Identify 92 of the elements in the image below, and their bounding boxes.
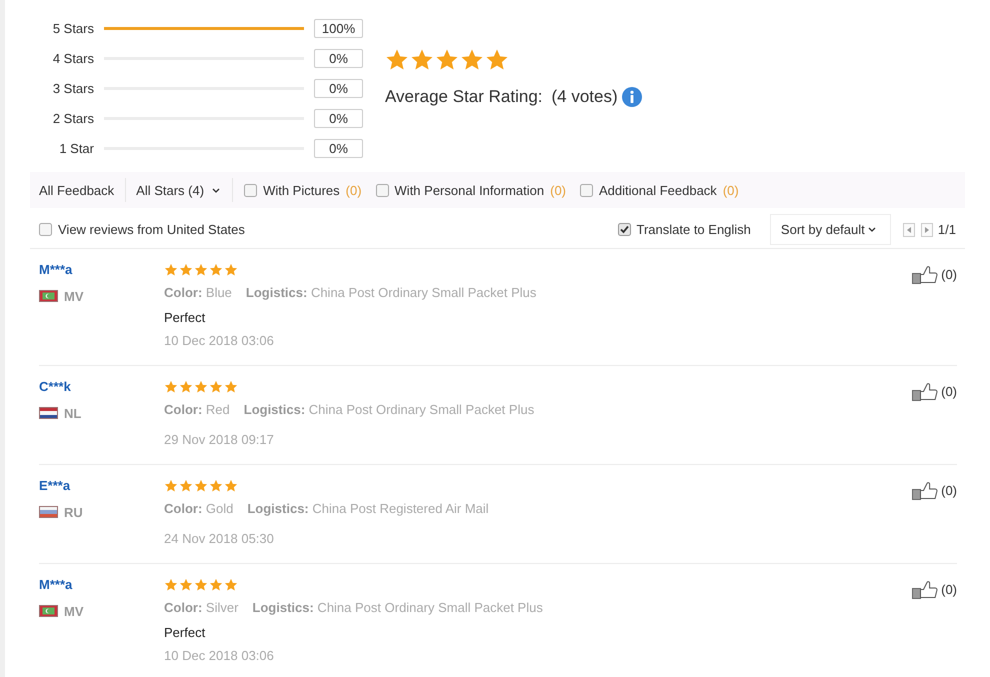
- star-icon: [179, 479, 193, 493]
- filter-option[interactable]: Additional Feedback (0): [580, 182, 739, 198]
- order-detail: Logistics: China Post Ordinary Small Packet Plus: [252, 599, 543, 617]
- thumbs-up-icon[interactable]: [912, 579, 938, 599]
- country-filter-option[interactable]: View reviews from United States: [39, 222, 245, 237]
- reviewer-name[interactable]: C***k: [39, 379, 71, 395]
- all-feedback-link[interactable]: All Feedback: [39, 182, 114, 198]
- left-triangle-icon: [906, 226, 911, 232]
- previous-page-button[interactable]: [902, 222, 915, 236]
- order-detail: Logistics: China Post Registered Air Mail: [247, 500, 489, 518]
- review-text: Perfect: [164, 624, 206, 642]
- country-code: NL: [64, 406, 82, 420]
- star-filter-dropdown[interactable]: All Stars (4): [125, 178, 234, 202]
- percent-value: 0%: [314, 108, 363, 128]
- review-date: 10 Dec 2018 03:06: [164, 332, 274, 350]
- rating-label: 2 Stars: [52, 110, 94, 126]
- percent-value: 100%: [314, 18, 363, 38]
- star-icon: [194, 380, 208, 394]
- checkbox[interactable]: [376, 184, 389, 196]
- info-icon[interactable]: [622, 87, 642, 107]
- country-code: RU: [64, 504, 83, 520]
- star-icon: [209, 578, 223, 592]
- star-icon: [179, 578, 193, 592]
- star-icon: [410, 48, 434, 72]
- star-icon: [460, 48, 484, 72]
- star-icon: [224, 380, 238, 394]
- rating-label: 1 Star: [58, 140, 94, 156]
- star-icon: [164, 380, 178, 394]
- flag-icon: [39, 407, 58, 419]
- star-icon: [179, 263, 193, 277]
- star-icon: [194, 578, 208, 592]
- reviewer-name[interactable]: M***a: [39, 577, 72, 593]
- next-page-button[interactable]: [920, 222, 933, 236]
- star-icon: [435, 48, 459, 72]
- flag-icon: [39, 506, 58, 518]
- star-icon: [485, 48, 509, 72]
- like-count: (0): [941, 266, 957, 282]
- sort-dropdown[interactable]: Sort by default: [770, 214, 891, 245]
- rating-label: 5 Stars: [52, 20, 94, 36]
- star-icon: [224, 263, 238, 277]
- checkbox[interactable]: [618, 223, 630, 236]
- filter-option[interactable]: With Pictures (0): [244, 182, 362, 198]
- star-icon: [209, 380, 223, 394]
- thumbs-up-icon[interactable]: [912, 480, 938, 500]
- star-icon: [224, 578, 238, 592]
- caret-icon: [868, 227, 876, 232]
- star-icon: [164, 263, 178, 277]
- star-icon: [194, 263, 208, 277]
- rating-label: 3 Stars: [52, 80, 94, 96]
- vote-count: (4 votes): [552, 86, 618, 108]
- like-count: (0): [941, 384, 957, 398]
- checkbox[interactable]: [580, 184, 593, 196]
- page-indicator: 1/1: [938, 222, 956, 237]
- order-detail: Logistics: China Post Ordinary Small Packet Plus: [244, 401, 534, 419]
- filter-option[interactable]: With Personal Information (0): [376, 182, 566, 198]
- star-icon: [164, 578, 178, 592]
- rating-label: 4 Stars: [52, 50, 94, 66]
- order-detail: Color: Blue: [164, 284, 232, 302]
- order-detail: Color: Silver: [164, 599, 238, 617]
- flag-icon: [39, 290, 58, 302]
- reviewer-name[interactable]: E***a: [39, 478, 70, 494]
- like-count: (0): [941, 582, 957, 596]
- caret-icon: [212, 188, 220, 192]
- star-icon: [194, 479, 208, 493]
- country-code: MV: [64, 288, 84, 304]
- reviewer-name[interactable]: M***a: [39, 262, 72, 278]
- review-date: 10 Dec 2018 03:06: [164, 647, 274, 665]
- checkbox[interactable]: [244, 184, 258, 196]
- star-icon: [209, 479, 223, 493]
- percent-value: 0%: [314, 138, 363, 158]
- star-icon: [179, 380, 193, 394]
- order-detail: Color: Red: [164, 401, 230, 419]
- star-icon: [224, 479, 238, 493]
- star-icon: [209, 263, 223, 277]
- like-count: (0): [941, 482, 957, 498]
- percent-value: 0%: [314, 78, 363, 98]
- average-rating-label: Average Star Rating:: [385, 86, 542, 108]
- review-text: Perfect: [164, 309, 206, 327]
- star-icon: [164, 479, 178, 493]
- review-date: 24 Nov 2018 05:30: [164, 530, 274, 548]
- percent-value: 0%: [314, 48, 363, 68]
- order-detail: Color: Gold: [164, 500, 234, 518]
- translate-option[interactable]: Translate to English: [618, 222, 751, 237]
- right-triangle-icon: [924, 226, 929, 232]
- checkbox[interactable]: [39, 223, 52, 236]
- star-icon: [385, 48, 409, 72]
- thumbs-up-icon[interactable]: [912, 381, 938, 401]
- thumbs-up-icon[interactable]: [912, 264, 938, 284]
- order-detail: Logistics: China Post Ordinary Small Packet Plus: [246, 284, 536, 302]
- country-code: MV: [64, 604, 84, 618]
- review-date: 29 Nov 2018 09:17: [164, 431, 274, 449]
- flag-icon: [39, 605, 58, 617]
